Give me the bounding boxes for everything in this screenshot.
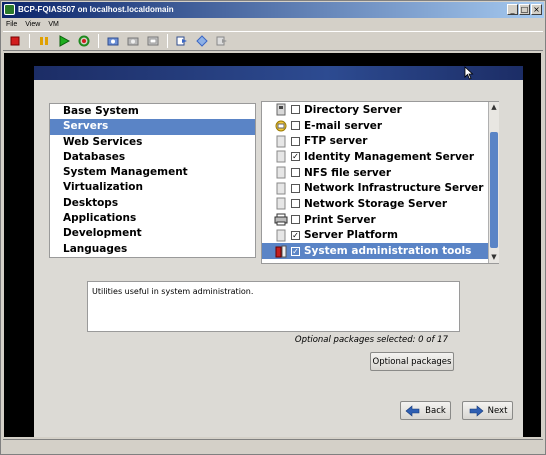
close-button[interactable]: × [531, 4, 542, 15]
toolbar-separator [167, 34, 168, 48]
scroll-down-icon[interactable]: ▼ [489, 252, 499, 262]
nfs-server-icon [274, 166, 288, 180]
vm-app-icon [4, 4, 15, 15]
category-item-virtualization[interactable]: Virtualization [50, 180, 255, 195]
group-item-system-administration-tools[interactable]: ✓ System administration tools [262, 243, 498, 259]
menu-vm[interactable]: VM [48, 19, 59, 31]
group-item-ftp-server[interactable]: FTP server [262, 133, 498, 149]
unity-icon[interactable] [194, 33, 210, 49]
maximize-button[interactable]: □ [519, 4, 530, 15]
next-arrow-icon [469, 404, 484, 417]
group-label: Print Server [304, 213, 376, 226]
back-arrow-icon [405, 404, 420, 417]
server-platform-icon [274, 228, 288, 242]
group-checkbox[interactable] [291, 199, 300, 209]
fullscreen-icon[interactable] [174, 33, 190, 49]
play-icon[interactable] [56, 33, 72, 49]
group-label: Identity Management Server [304, 150, 475, 163]
category-item-desktops[interactable]: Desktops [50, 196, 255, 211]
scrollbar-thumb[interactable] [490, 132, 498, 248]
storage-server-icon [274, 197, 288, 211]
menu-file[interactable]: File [6, 19, 17, 31]
category-list[interactable]: Base System Servers Web Services Databas… [49, 103, 256, 258]
group-label: Server Platform [304, 229, 398, 242]
group-label: E-mail server [304, 119, 383, 132]
window-title: BCP-FQIAS507 on localhost.localdomain [18, 5, 174, 14]
group-item-server-platform[interactable]: ✓ Server Platform [262, 228, 498, 244]
category-item-servers[interactable]: Servers [50, 119, 255, 135]
admin-tools-icon [274, 244, 288, 258]
stop-icon[interactable] [7, 33, 23, 49]
group-checkbox[interactable] [291, 183, 300, 193]
scroll-up-icon[interactable]: ▲ [489, 102, 499, 112]
group-item-network-infrastructure-server[interactable]: Network Infrastructure Server [262, 180, 498, 196]
group-label: FTP server [304, 135, 368, 148]
next-label: Next [487, 405, 508, 416]
quick-switch-icon[interactable] [214, 33, 230, 49]
category-item-base-system[interactable]: Base System [50, 104, 255, 119]
group-checkbox[interactable]: ✓ [291, 230, 300, 240]
category-item-development[interactable]: Development [50, 226, 255, 241]
revert-icon[interactable] [125, 33, 141, 49]
group-label: Directory Server [304, 103, 402, 116]
optional-packages-status: Optional packages selected: 0 of 17 [294, 335, 448, 345]
group-list-scrollbar[interactable]: ▲ ▼ [488, 102, 499, 263]
directory-server-icon [274, 103, 288, 117]
ftp-server-icon [274, 134, 288, 148]
toolbar-separator [98, 34, 99, 48]
installer-screen: Base System Servers Web Services Databas… [34, 66, 523, 437]
network-server-icon [274, 181, 288, 195]
group-item-identity-management-server[interactable]: ✓ Identity Management Server [262, 149, 498, 165]
group-item-nfs-file-server[interactable]: NFS file server [262, 165, 498, 181]
back-label: Back [425, 405, 446, 416]
menu-bar: File View VM [3, 19, 59, 31]
group-description: Utilities useful in system administratio… [87, 281, 460, 332]
category-item-languages[interactable]: Languages [50, 242, 255, 257]
group-checkbox[interactable] [291, 136, 300, 146]
category-item-web-services[interactable]: Web Services [50, 135, 255, 150]
next-button[interactable]: Next [462, 401, 513, 420]
optional-packages-button[interactable]: Optional packages [370, 352, 454, 371]
email-server-icon [274, 119, 288, 133]
group-checkbox[interactable] [291, 105, 300, 115]
group-item-directory-server[interactable]: Directory Server [262, 102, 498, 118]
group-label: System administration tools [304, 245, 472, 258]
group-checkbox[interactable] [291, 121, 300, 131]
toolbar-separator [29, 34, 30, 48]
group-item-network-storage-server[interactable]: Network Storage Server [262, 196, 498, 212]
group-checkbox[interactable]: ✓ [291, 246, 300, 256]
title-bar[interactable]: BCP-FQIAS507 on localhost.localdomain _ … [2, 2, 544, 18]
group-checkbox[interactable] [291, 215, 300, 225]
reset-icon[interactable] [76, 33, 92, 49]
group-item-print-server[interactable]: Print Server [262, 212, 498, 228]
toolbar [3, 31, 543, 51]
group-label: NFS file server [304, 166, 392, 179]
identity-server-icon [274, 150, 288, 164]
group-label: Network Infrastructure Server [304, 182, 484, 195]
installer-banner [34, 66, 523, 80]
minimize-button[interactable]: _ [507, 4, 518, 15]
category-item-databases[interactable]: Databases [50, 150, 255, 165]
snapshot-icon[interactable] [105, 33, 121, 49]
manage-snapshots-icon[interactable] [145, 33, 161, 49]
group-checkbox[interactable]: ✓ [291, 152, 300, 162]
group-label: Network Storage Server [304, 197, 448, 210]
vm-display[interactable]: Base System Servers Web Services Databas… [4, 53, 541, 437]
status-bar [3, 439, 543, 453]
category-item-applications[interactable]: Applications [50, 211, 255, 226]
menu-view[interactable]: View [25, 19, 40, 31]
optional-packages-label: Optional packages [372, 356, 452, 367]
printer-icon [274, 213, 288, 227]
vm-console-window: BCP-FQIAS507 on localhost.localdomain _ … [0, 0, 546, 455]
group-item-email-server[interactable]: E-mail server [262, 118, 498, 134]
group-checkbox[interactable] [291, 168, 300, 178]
mouse-cursor-icon [464, 66, 474, 80]
package-group-list[interactable]: Directory Server E-mail server FTP serve… [261, 101, 499, 264]
category-item-system-management[interactable]: System Management [50, 165, 255, 180]
back-button[interactable]: Back [400, 401, 451, 420]
pause-icon[interactable] [36, 33, 52, 49]
